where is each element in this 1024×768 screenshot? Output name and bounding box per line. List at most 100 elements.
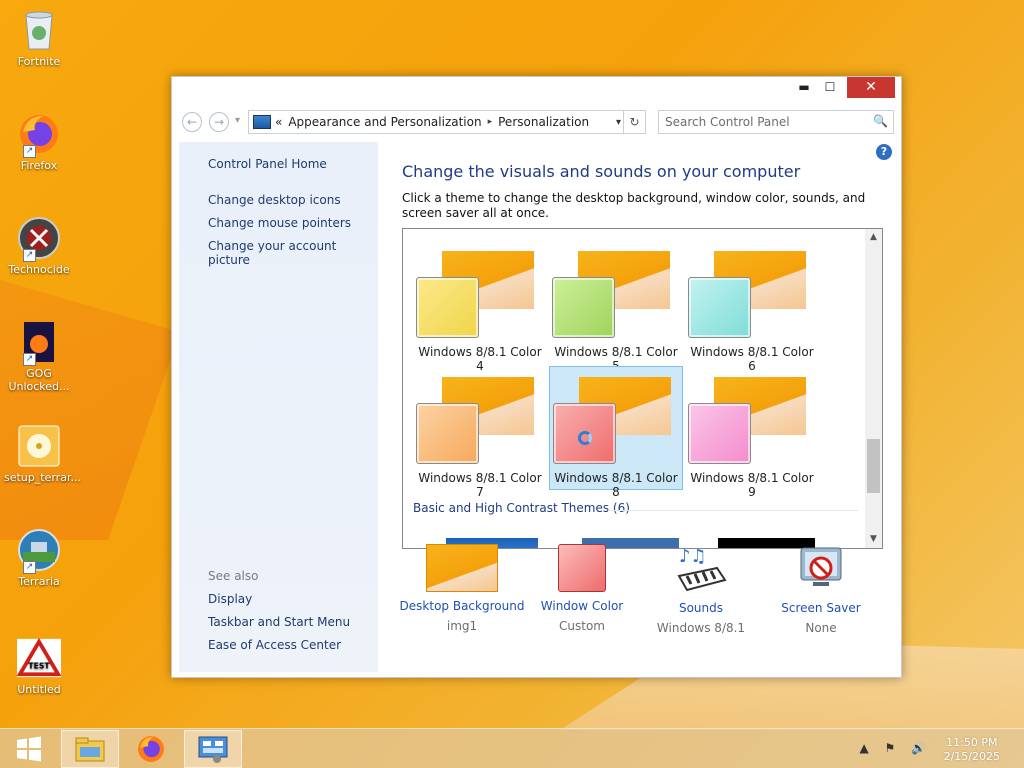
recent-pages-button[interactable]: ▾ — [235, 115, 240, 126]
file-explorer-icon — [75, 737, 105, 762]
control-panel-home-link[interactable]: Control Panel Home — [208, 157, 327, 171]
back-button[interactable]: ← — [182, 112, 202, 132]
window-color-setting[interactable]: Window Color Custom — [517, 542, 647, 633]
clock[interactable]: 11:50 PM 2/15/2025 — [944, 736, 1000, 764]
desktop-background-label: Desktop Background — [399, 599, 525, 613]
forward-button[interactable]: → — [209, 112, 229, 132]
group-divider — [608, 510, 858, 511]
theme-color-6[interactable]: Windows 8/8.1 Color 6 — [685, 241, 819, 373]
theme-color-swatch — [416, 277, 479, 338]
taskbar-control-panel[interactable] — [184, 730, 242, 768]
theme-list-scrollbar[interactable]: ▲ ▼ — [865, 229, 882, 548]
help-icon[interactable]: ? — [876, 144, 892, 160]
desktop-background-icon — [426, 544, 498, 592]
desktop-icon-label: Firefox — [20, 159, 58, 172]
wallpaper-shape — [0, 280, 180, 540]
close-button[interactable]: ✕ — [847, 77, 895, 98]
desktop-icon-label: Untitled — [17, 683, 61, 696]
breadcrumb-personalization[interactable]: Personalization — [498, 115, 589, 129]
desktop-icon-label: Technocide — [8, 263, 70, 276]
theme-color-8[interactable]: Windows 8/8.1 Color 8 — [549, 366, 683, 499]
theme-label: Windows 8/8.1 Color 8 — [554, 471, 678, 499]
disc-icon — [17, 424, 61, 468]
gog-icon: ↗ — [17, 320, 61, 366]
taskbar-start-menu-link[interactable]: Taskbar and Start Menu — [208, 615, 350, 629]
search-placeholder: Search Control Panel — [665, 115, 790, 129]
desktop-background-setting[interactable]: Desktop Background img1 — [397, 542, 527, 633]
desktop-icon-terraria[interactable]: ↗ Terraria — [4, 528, 74, 588]
taskbar-file-explorer[interactable] — [61, 730, 119, 768]
scroll-up-button[interactable]: ▲ — [865, 229, 882, 246]
control-panel-icon — [253, 115, 271, 129]
search-input[interactable]: Search Control Panel 🔍 — [658, 110, 894, 134]
basic-high-contrast-group-header[interactable]: Basic and High Contrast Themes (6) — [413, 501, 630, 515]
windows-logo-icon — [17, 736, 41, 762]
address-dropdown-button[interactable]: ▾ — [616, 117, 621, 128]
svg-text:♪♫: ♪♫ — [679, 546, 707, 567]
theme-label: Windows 8/8.1 Color 7 — [418, 471, 542, 499]
taskbar-firefox[interactable] — [122, 730, 180, 768]
desktop-icon-label: Fortnite — [17, 55, 61, 68]
firefox-icon — [138, 736, 164, 762]
sounds-value: Windows 8/8.1 — [656, 621, 746, 635]
screen-saver-setting[interactable]: Screen Saver None — [756, 542, 886, 635]
screen-saver-value: None — [805, 621, 837, 635]
technocide-icon: ↗ — [17, 216, 61, 262]
terraria-icon: ↗ — [17, 528, 61, 574]
desktop-icon-label: GOG Unlocked... — [8, 367, 70, 393]
clock-time: 11:50 PM — [946, 736, 998, 749]
ease-of-access-link[interactable]: Ease of Access Center — [208, 638, 341, 652]
navigation-bar: ← → ▾ « Appearance and Personalization ▸… — [180, 110, 894, 134]
theme-color-5[interactable]: Windows 8/8.1 Color 5 — [549, 241, 683, 373]
personalization-window: ▬ ☐ ✕ ← → ▾ « Appearance and Personaliza… — [171, 76, 902, 678]
recycle-bin-icon — [17, 8, 61, 52]
scroll-thumb[interactable] — [867, 439, 880, 493]
desktop-icon-technocide[interactable]: ↗ Technocide — [4, 216, 74, 276]
desktop-icon-gog[interactable]: ↗ GOG Unlocked... — [4, 320, 74, 393]
breadcrumb-separator[interactable]: ▸ — [488, 117, 493, 127]
busy-cursor-icon — [578, 431, 592, 445]
change-account-picture-link[interactable]: Change your account picture — [208, 239, 378, 267]
minimize-button[interactable]: ▬ — [791, 77, 817, 98]
theme-color-swatch — [416, 403, 479, 464]
system-tray[interactable]: ▲ ⚑ 🔊 — [859, 741, 932, 755]
change-mouse-pointers-link[interactable]: Change mouse pointers — [208, 216, 351, 230]
page-title: Change the visuals and sounds on your co… — [402, 162, 801, 181]
theme-color-swatch — [688, 403, 751, 464]
theme-color-swatch — [552, 277, 615, 338]
desktop-icon-untitled[interactable]: TEST Untitled — [4, 636, 74, 696]
screen-saver-label: Screen Saver — [781, 601, 861, 615]
desktop-icon-label: setup_terrar... — [4, 471, 81, 484]
breadcrumb-appearance[interactable]: Appearance and Personalization — [288, 115, 481, 129]
theme-color-swatch — [688, 277, 751, 338]
search-icon[interactable]: 🔍 — [873, 114, 888, 128]
title-bar[interactable]: ▬ ☐ ✕ — [172, 77, 901, 101]
window-color-icon — [558, 544, 606, 592]
sounds-setting[interactable]: ♪♫ Sounds Windows 8/8.1 — [636, 542, 766, 635]
test-sign-icon: TEST — [17, 636, 61, 680]
taskbar: ▲ ⚑ 🔊 11:50 PM 2/15/2025 — [0, 728, 1024, 768]
desktop-icon-setup-terraria[interactable]: setup_terrar... — [4, 424, 81, 484]
desktop-icon-firefox[interactable]: ↗ Firefox — [4, 112, 74, 172]
change-desktop-icons-link[interactable]: Change desktop icons — [208, 193, 341, 207]
display-link[interactable]: Display — [208, 592, 252, 606]
maximize-button[interactable]: ☐ — [817, 77, 843, 98]
refresh-button[interactable]: ↻ — [623, 111, 645, 133]
address-bar[interactable]: « Appearance and Personalization ▸ Perso… — [248, 110, 646, 134]
clock-date: 2/15/2025 — [943, 750, 1000, 763]
sounds-icon: ♪♫ — [665, 544, 737, 594]
address-overflow[interactable]: « — [275, 115, 282, 129]
theme-list[interactable]: Windows 8/8.1 Color 4 Windows 8/8.1 Colo… — [402, 228, 883, 549]
control-panel-icon — [198, 736, 228, 763]
main-content: ? Change the visuals and sounds on your … — [378, 142, 894, 672]
sounds-label: Sounds — [678, 601, 724, 615]
window-color-value: Custom — [559, 619, 605, 633]
desktop-background-value: img1 — [446, 619, 478, 633]
theme-color-4[interactable]: Windows 8/8.1 Color 4 — [413, 241, 547, 373]
desktop-icon-fortnite[interactable]: Fortnite — [4, 8, 74, 68]
start-button[interactable] — [0, 730, 58, 768]
firefox-icon: ↗ — [17, 112, 61, 158]
see-also-heading: See also — [208, 569, 259, 583]
theme-color-7[interactable]: Windows 8/8.1 Color 7 — [413, 367, 547, 499]
theme-color-9[interactable]: Windows 8/8.1 Color 9 — [685, 367, 819, 499]
